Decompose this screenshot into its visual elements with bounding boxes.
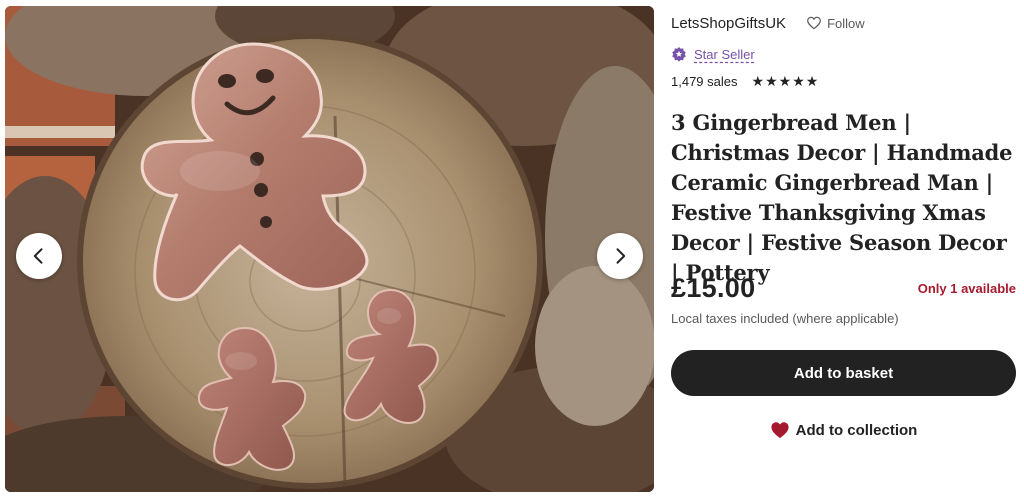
follow-shop-button[interactable]: Follow [806, 15, 865, 31]
product-image-gallery[interactable] [5, 6, 654, 492]
star-seller-badge[interactable]: Star Seller [671, 44, 755, 64]
sales-and-rating: 1,479 sales ★ ★ ★ ★ ★ [671, 72, 819, 90]
heart-outline-icon [807, 16, 821, 30]
heart-filled-icon [771, 422, 789, 439]
star-seller-label: Star Seller [694, 46, 755, 62]
add-to-basket-label: Add to basket [793, 364, 894, 382]
product-photo [5, 6, 654, 492]
sales-count: 1,479 sales [671, 73, 738, 89]
tax-note: Local taxes included (where applicable) [671, 311, 899, 326]
star-icon: ★ [792, 73, 805, 89]
star-icon: ★ [751, 73, 765, 89]
star-seller-badge-icon [672, 47, 686, 62]
shop-header: LetsShopGiftsUK Follow [671, 12, 865, 34]
rating-stars[interactable]: ★ ★ ★ ★ ★ [752, 74, 820, 88]
listing-title: 3 Gingerbread Men | Christmas Decor | Ha… [671, 110, 1013, 285]
follow-label: Follow [827, 15, 865, 31]
chevron-left-icon [33, 248, 43, 264]
listing-info-panel: LetsShopGiftsUK Follow Star Seller 1,479… [671, 0, 1016, 497]
chevron-right-icon [616, 248, 626, 264]
star-icon: ★ [805, 73, 819, 89]
availability-status: Only 1 available [917, 280, 1016, 296]
next-image-button[interactable] [597, 233, 643, 279]
previous-image-button[interactable] [16, 233, 62, 279]
add-to-collection-label: Add to collection [795, 421, 918, 439]
shop-name-link[interactable]: LetsShopGiftsUK [671, 15, 786, 32]
listing-price: £15.00 [671, 272, 756, 303]
star-icon: ★ [778, 73, 792, 89]
add-to-collection-button[interactable]: Add to collection [671, 417, 1016, 443]
star-icon: ★ [765, 73, 778, 89]
price-row: £15.00 Only 1 available [671, 272, 1016, 304]
add-to-basket-button[interactable]: Add to basket [671, 350, 1016, 396]
